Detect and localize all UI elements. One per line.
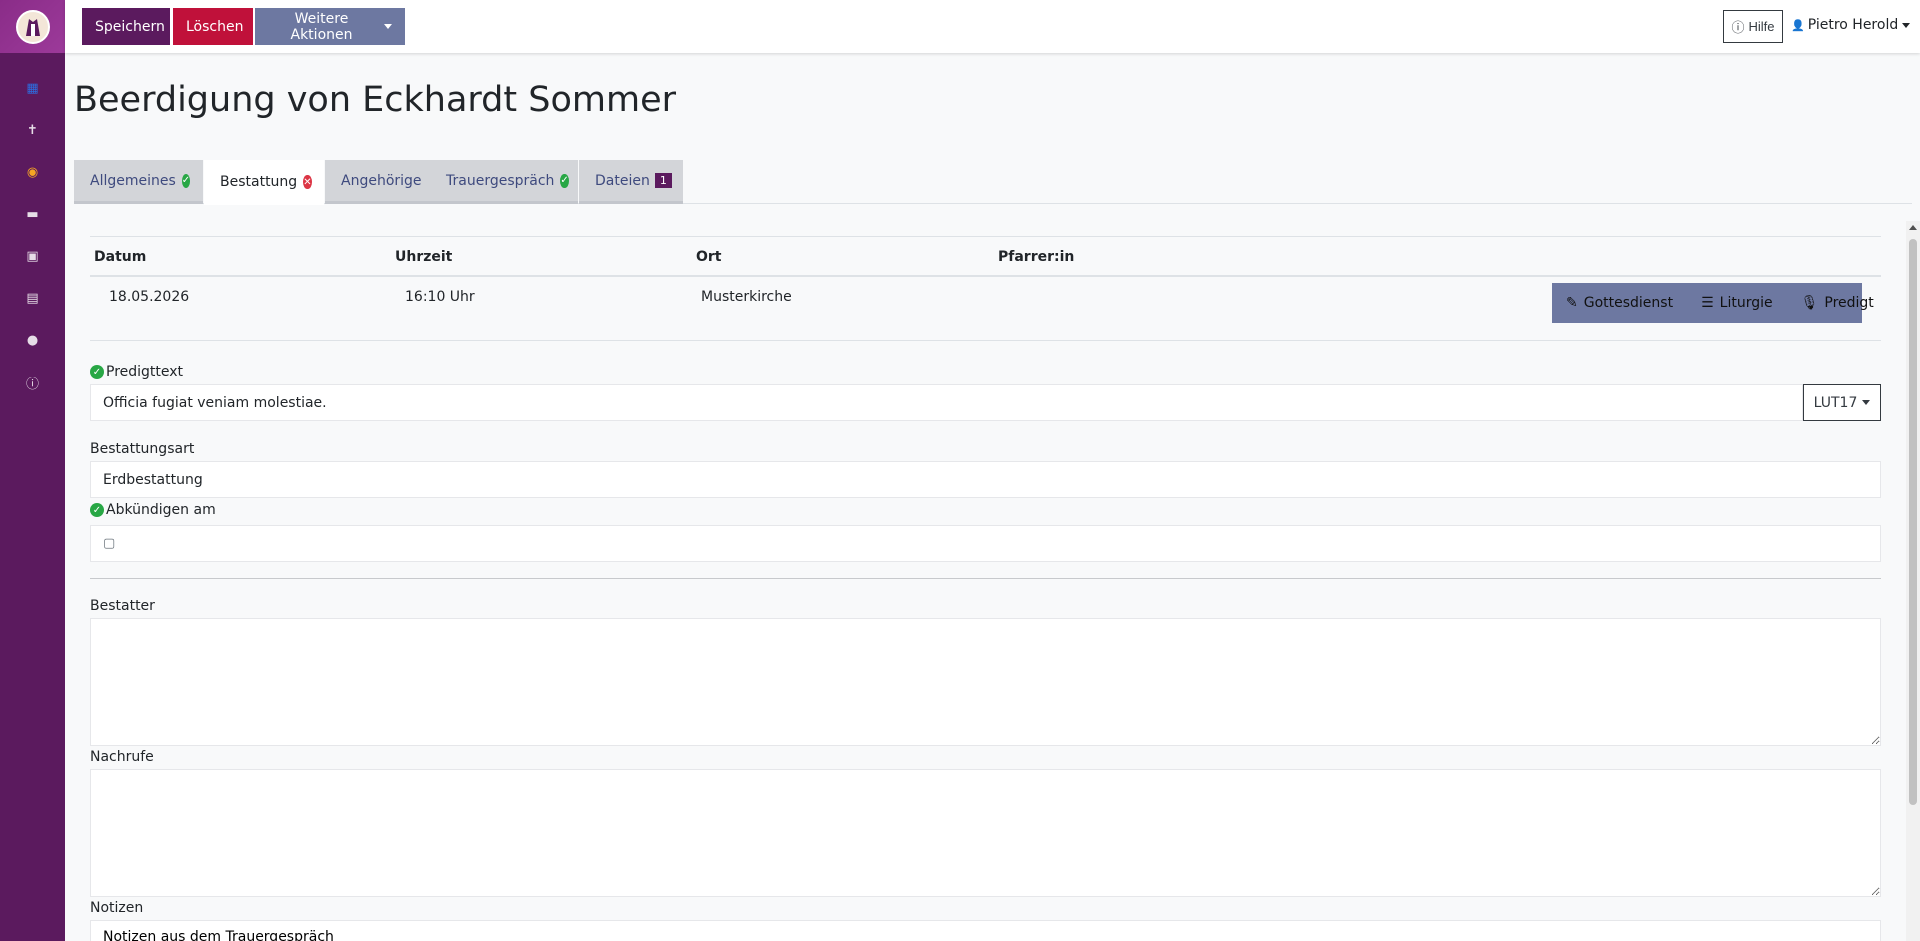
predigt-label: Predigt (1824, 295, 1874, 311)
gottesdienst-label: Gottesdienst (1583, 295, 1674, 311)
file-count-badge: 1 (654, 173, 672, 188)
info-icon: ⓘ (25, 376, 39, 392)
scroll-up-arrow-icon[interactable] (1909, 225, 1917, 230)
more-actions-button[interactable]: Weitere Aktionen (255, 8, 405, 45)
divider (90, 578, 1881, 579)
bestatter-textarea[interactable] (90, 618, 1881, 746)
bestatter-label: Bestatter (90, 598, 155, 614)
delete-button[interactable]: Löschen (173, 8, 253, 45)
check-circle-icon: ✓ (90, 503, 104, 517)
app-logo[interactable] (0, 0, 65, 53)
service-actions: ✎ Gottesdienst ☰ Liturgie 🎙 Predigt (1552, 283, 1874, 323)
check-circle-icon: ✓ (560, 173, 569, 188)
tab-label: Dateien (595, 172, 650, 189)
sidebar-item-print[interactable]: ▣ (0, 235, 65, 277)
tab-bar: Allgemeines ✓ Bestattung ✕ Angehörige Trau… (74, 160, 1912, 205)
notizen-textarea[interactable]: Notizen aus dem Trauergespräch (90, 920, 1881, 941)
cross-icon: ✝ (27, 122, 38, 138)
sidebar-item-keyboard[interactable]: ▬ (0, 193, 65, 235)
user-shield-icon: ● (26, 332, 39, 348)
logo-icon (15, 9, 50, 44)
nachrufe-label: Nachrufe (90, 749, 154, 765)
cell-ort: Musterkirche (701, 289, 792, 305)
calendar-icon: ▦ (26, 80, 39, 96)
header-datum: Datum (94, 249, 147, 265)
check-circle-icon: ✓ (181, 173, 191, 188)
cell-uhrzeit: 16:10 Uhr (405, 289, 475, 305)
sidebar-item-info[interactable]: ⓘ (0, 361, 65, 403)
main-content: Datum Uhrzeit Ort Pfarrer:in 18.05.2026 … (90, 236, 1881, 941)
notizen-label: Notizen (90, 900, 144, 916)
tab-trauergespraech[interactable]: Trauergespräch ✓ (430, 160, 578, 204)
help-button[interactable]: ⓘ Hilfe (1723, 10, 1783, 43)
table-header: Datum Uhrzeit Ort Pfarrer:in (90, 237, 1881, 277)
tab-label: Trauergespräch (446, 172, 555, 189)
user-menu[interactable]: 👤 Pietro Herold (1791, 17, 1911, 33)
tab-dateien[interactable]: Dateien 1 (579, 160, 683, 204)
predigttext-group: Officia fugiat veniam molestiae. LUT17 (90, 384, 1881, 421)
liturgie-label: Liturgie (1719, 295, 1773, 311)
user-icon: 👤 (1791, 18, 1805, 32)
user-name: Pietro Herold (1807, 17, 1899, 33)
more-actions-label: Weitere Aktionen (290, 10, 353, 43)
sidebar-item-schedule[interactable]: ▤ (0, 277, 65, 319)
tab-angehoerige[interactable]: Angehörige (325, 160, 430, 204)
top-toolbar: Speichern Löschen Weitere Aktionen ⓘ Hilf… (65, 0, 1920, 53)
globe-icon: ◉ (26, 164, 39, 180)
predigt-button[interactable]: 🎙 Predigt (1787, 295, 1888, 311)
predigttext-label-text: Predigttext (106, 364, 184, 380)
sidebar: ▦ ✝ ◉ ▬ ▣ ▤ ● ⓘ (0, 0, 65, 941)
abkuendigen-label-text: Abkündigen am (106, 502, 216, 518)
tab-label: Bestattung (220, 174, 298, 190)
service-table: Datum Uhrzeit Ort Pfarrer:in 18.05.2026 … (90, 236, 1881, 341)
header-uhrzeit: Uhrzeit (395, 249, 453, 265)
sidebar-nav: ▦ ✝ ◉ ▬ ▣ ▤ ● ⓘ (0, 53, 65, 403)
nachrufe-textarea[interactable] (90, 769, 1881, 897)
chevron-down-icon (1902, 22, 1911, 28)
printer-icon: ▣ (26, 248, 39, 264)
sidebar-item-calendar[interactable]: ▦ (0, 67, 65, 109)
bestattungsart-label: Bestattungsart (90, 441, 195, 457)
tab-label: Allgemeines (90, 172, 176, 189)
tab-label: Angehörige (341, 172, 422, 189)
abkuendigen-label: ✓ Abkündigen am (90, 502, 216, 518)
x-circle-icon: ✕ (303, 175, 312, 189)
gottesdienst-button[interactable]: ✎ Gottesdienst (1552, 295, 1687, 311)
tab-allgemeines[interactable]: Allgemeines ✓ (74, 160, 203, 204)
lut-label: LUT17 (1813, 394, 1858, 411)
predigttext-label: ✓ Predigttext (90, 364, 183, 380)
scrollbar-thumb[interactable] (1909, 239, 1917, 805)
header-pfarrer: Pfarrer:in (998, 249, 1075, 265)
sidebar-item-users[interactable]: ● (0, 319, 65, 361)
cell-datum: 18.05.2026 (109, 289, 190, 305)
predigttext-input[interactable]: Officia fugiat veniam molestiae. (90, 384, 1803, 421)
chevron-down-icon (1862, 400, 1871, 405)
pencil-icon: ✎ (1566, 295, 1578, 311)
help-label: Hilfe (1748, 19, 1775, 34)
microphone-icon: 🎙 (1800, 295, 1819, 311)
chevron-down-icon (384, 24, 392, 29)
tab-bestattung[interactable]: Bestattung ✕ (204, 160, 324, 205)
sidebar-item-globe[interactable]: ◉ (0, 151, 65, 193)
header-ort: Ort (696, 249, 722, 265)
page-title: Beerdigung von Eckhardt Sommer (74, 80, 676, 120)
lut-dropdown[interactable]: LUT17 (1803, 384, 1881, 421)
check-circle-icon: ✓ (90, 365, 104, 379)
abkuendigen-date-input[interactable]: ▢ (90, 525, 1881, 562)
scrollbar[interactable] (1906, 221, 1920, 941)
calendar-icon: ▢ (103, 536, 116, 551)
list-icon: ☰ (1701, 295, 1714, 311)
keyboard-icon: ▬ (26, 206, 39, 222)
bestattungsart-select[interactable]: Erdbestattung (90, 461, 1881, 498)
sidebar-item-funerals[interactable]: ✝ (0, 109, 65, 151)
calendar-grid-icon: ▤ (26, 290, 39, 306)
question-circle-icon: ⓘ (1731, 20, 1745, 35)
table-row: 18.05.2026 16:10 Uhr Musterkirche ✎ Gotte… (90, 277, 1881, 341)
save-button[interactable]: Speichern (82, 8, 170, 45)
liturgie-button[interactable]: ☰ Liturgie (1687, 295, 1787, 311)
